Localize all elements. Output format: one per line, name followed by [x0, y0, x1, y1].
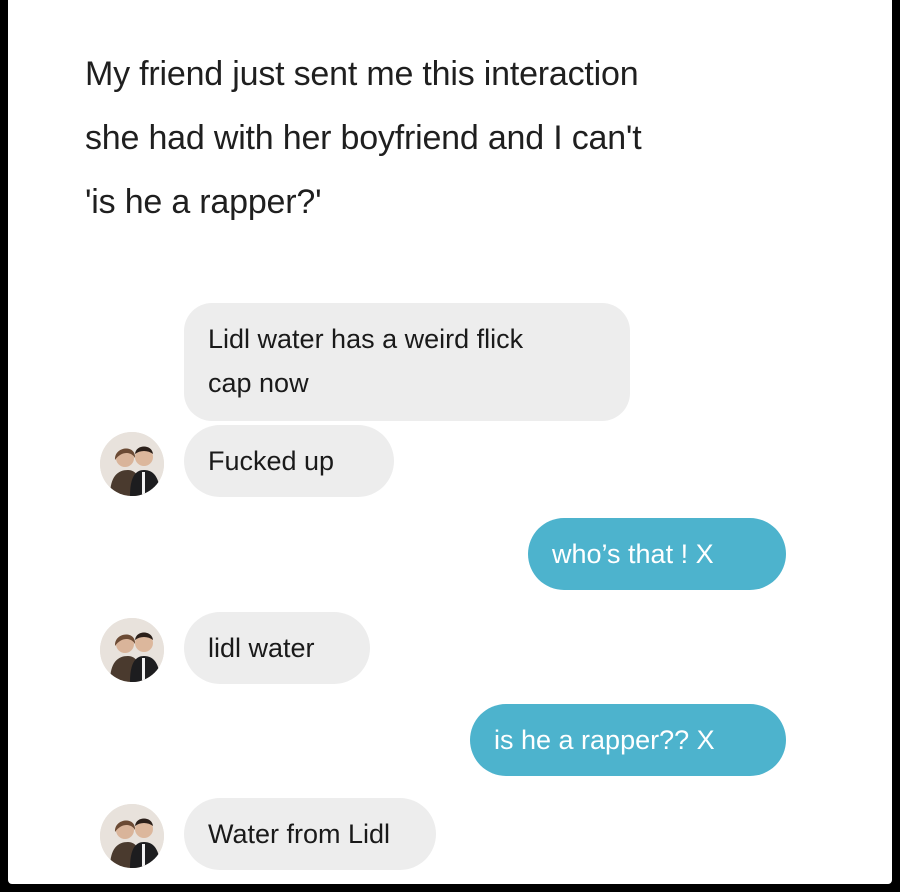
message-outgoing[interactable]: is he a rapper?? X — [470, 704, 786, 776]
post-caption: My friend just sent me this interaction … — [85, 42, 845, 234]
caption-line: she had with her boyfriend and I can't — [85, 119, 642, 157]
message-text: who’s that ! X — [552, 539, 714, 569]
caption-line: My friend just sent me this interaction — [85, 55, 639, 93]
message-incoming[interactable]: Fucked up — [184, 425, 394, 497]
message-incoming[interactable]: Lidl water has a weird flick cap now — [184, 303, 630, 421]
caption-line: 'is he a rapper?' — [85, 183, 322, 221]
avatar[interactable] — [100, 804, 164, 868]
avatar[interactable] — [100, 432, 164, 496]
message-text: Lidl water has a weird flick — [208, 324, 524, 354]
message-text: is he a rapper?? X — [494, 725, 715, 755]
couple-photo-avatar-icon — [100, 804, 164, 868]
message-incoming[interactable]: lidl water — [184, 612, 370, 684]
couple-photo-avatar-icon — [100, 432, 164, 496]
message-text: Water from Lidl — [208, 819, 391, 849]
message-incoming[interactable]: Water from Lidl — [184, 798, 436, 870]
post-card: My friend just sent me this interaction … — [8, 0, 892, 884]
message-text: Fucked up — [208, 446, 335, 476]
message-outgoing[interactable]: who’s that ! X — [528, 518, 786, 590]
message-text: cap now — [208, 368, 309, 398]
avatar[interactable] — [100, 618, 164, 682]
couple-photo-avatar-icon — [100, 618, 164, 682]
message-text: lidl water — [208, 633, 315, 663]
